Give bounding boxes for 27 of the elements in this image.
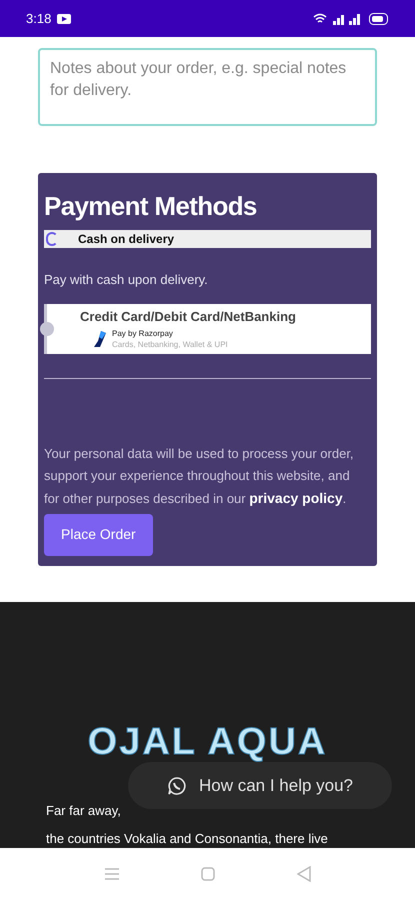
status-time: 3:18 xyxy=(26,10,52,28)
option-label: Credit Card/Debit Card/NetBanking xyxy=(80,308,296,326)
privacy-policy-link[interactable]: privacy policy xyxy=(249,490,343,506)
radio-button[interactable] xyxy=(40,322,54,336)
video-app-icon xyxy=(57,14,72,24)
provider-name: Pay by Razorpay xyxy=(112,328,174,340)
signal-icon xyxy=(333,12,363,24)
razorpay-logo-icon xyxy=(94,331,106,348)
menu-icon[interactable] xyxy=(104,868,118,880)
order-notes-field[interactable]: Notes about your order, e.g. special notes for delivery. xyxy=(38,48,377,126)
payment-option[interactable]: Cash on delivery xyxy=(44,230,371,248)
back-icon[interactable] xyxy=(296,866,310,882)
option-description: Pay with cash upon delivery. xyxy=(44,271,209,289)
provider-note: Cards, Netbanking, Wallet & UPI xyxy=(112,339,228,350)
wifi-icon xyxy=(313,12,327,24)
chat-button[interactable]: How can I help you? xyxy=(128,762,392,809)
brand-logo: OJAL AQUA xyxy=(88,720,328,765)
place-order-button[interactable]: Place Order xyxy=(44,514,153,556)
radio-button[interactable] xyxy=(46,232,58,246)
payment-title: Payment Methods xyxy=(44,190,258,223)
footer-text: Far far away, xyxy=(46,802,122,820)
option-label: Cash on delivery xyxy=(78,231,174,248)
privacy-text: Your personal data will be used to process your order, support your experience throughout this website, and for other purposes described in our privacy policy. xyxy=(44,444,355,508)
battery-icon xyxy=(369,12,389,24)
home-icon[interactable] xyxy=(200,867,214,881)
chat-icon xyxy=(166,776,187,796)
footer-text: the countries Vokalia and Consonantia, there live xyxy=(46,830,328,848)
